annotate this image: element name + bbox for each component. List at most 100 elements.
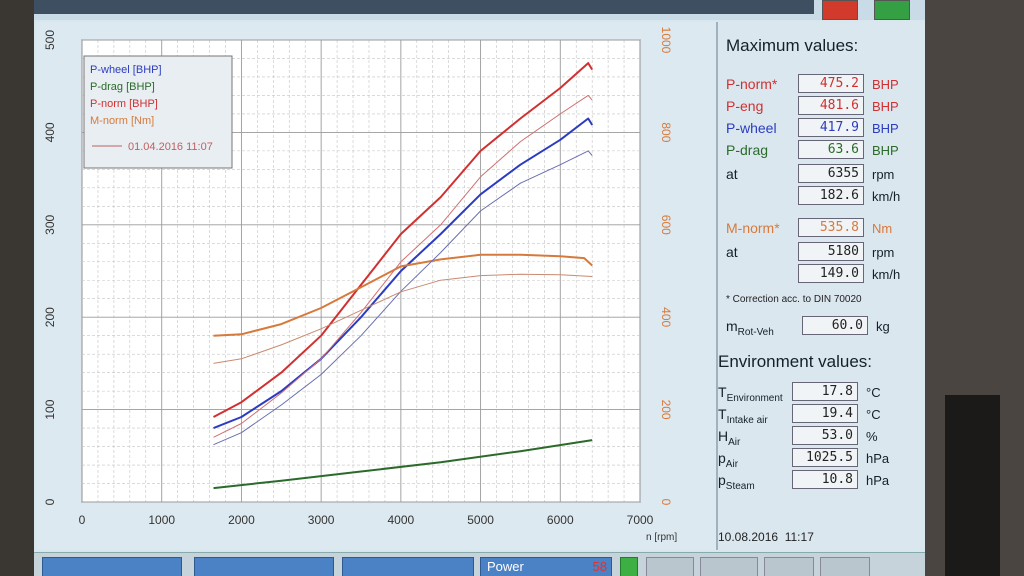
environment-label-main: p xyxy=(718,450,726,466)
max-value-field: 63.6 xyxy=(798,140,864,159)
x-axis-label: n [rpm] xyxy=(646,532,677,543)
environment-label: TIntake air xyxy=(718,406,768,426)
environment-row: HAir 53.0% xyxy=(718,426,918,448)
max-value-label: P-eng xyxy=(726,98,764,114)
max-value-label: P-norm* xyxy=(726,76,778,92)
monitor-bezel-right xyxy=(925,0,1024,576)
legend-m-norm: M-norm [Nm] xyxy=(90,115,154,127)
environment-label-sub: Steam xyxy=(725,480,755,492)
x-tick-label: 2000 xyxy=(228,513,255,527)
max-value-row: P-drag 63.6 BHP xyxy=(726,140,921,162)
max-value-row: P-norm* 475.2 BHP xyxy=(726,74,921,96)
environment-value-field: 17.8 xyxy=(792,382,858,401)
max-value-unit: km/h xyxy=(872,189,901,204)
max-value-label: P-drag xyxy=(726,142,769,158)
correction-note: * Correction acc. to DIN 70020 xyxy=(726,294,862,305)
x-tick-label: 7000 xyxy=(627,513,654,527)
measurement-datetime: 10.08.2016 11:17 xyxy=(718,530,814,544)
environment-row: pAir 1025.5 hPa xyxy=(718,448,918,470)
environment-unit: °C xyxy=(866,385,881,400)
bottom-button-2[interactable] xyxy=(194,557,334,576)
environment-row: TEnvironment 17.8 °C xyxy=(718,382,918,404)
max-value-label: at xyxy=(726,166,738,182)
bottom-button-6[interactable] xyxy=(700,557,758,576)
legend-p-wheel: P-wheel [BHP] xyxy=(90,64,162,76)
legend-reference-date: 01.04.2016 11:07 xyxy=(128,141,213,153)
max-value-field: 475.2 xyxy=(798,74,864,93)
environment-label-sub: Intake air xyxy=(726,414,768,426)
environment-label: pAir xyxy=(718,450,738,470)
bottom-button-5[interactable] xyxy=(646,557,694,576)
environment-label: HAir xyxy=(718,428,740,448)
environment-label-sub: Air xyxy=(728,436,741,448)
max-value-label: at xyxy=(726,244,738,260)
power-button-label: Power xyxy=(487,559,524,574)
mass-value: 60.0 xyxy=(802,316,868,335)
max-value-row: P-wheel 417.9 BHP xyxy=(726,118,921,140)
max-value-unit: BHP xyxy=(872,121,899,136)
environment-label: TEnvironment xyxy=(718,384,783,404)
max-values-title: Maximum values: xyxy=(726,36,859,55)
bottom-button-8[interactable] xyxy=(820,557,870,576)
x-tick-label: 4000 xyxy=(388,513,415,527)
mass-label: mRot-Veh xyxy=(726,318,774,338)
environment-unit: % xyxy=(866,429,878,444)
x-tick-label: 1000 xyxy=(148,513,175,527)
bottom-button-7[interactable] xyxy=(764,557,814,576)
max-value-row: 149.0 km/h xyxy=(726,264,921,286)
y-right-ticks: 0 200 400 600 800 1000 xyxy=(659,27,673,506)
bottom-button-3[interactable] xyxy=(342,557,474,576)
y-right-tick-label: 1000 xyxy=(659,27,673,54)
legend-p-norm: P-norm [BHP] xyxy=(90,98,158,110)
y-right-tick-label: 600 xyxy=(659,215,673,235)
environment-value-field: 1025.5 xyxy=(792,448,858,467)
chart-legend: P-wheel [BHP] P-drag [BHP] P-norm [BHP] … xyxy=(83,55,233,169)
y-right-tick-label: 0 xyxy=(659,499,673,506)
max-value-unit: BHP xyxy=(872,143,899,158)
y-left-tick-label: 400 xyxy=(43,122,57,142)
environment-label-sub: Air xyxy=(725,458,739,470)
y-right-tick-label: 400 xyxy=(659,307,673,327)
environment-row: pSteam 10.8 hPa xyxy=(718,470,918,492)
max-value-unit: rpm xyxy=(872,245,895,260)
max-value-field: 535.8 xyxy=(798,218,864,237)
power-button[interactable]: Power 58 xyxy=(480,557,612,576)
mass-label-main: m xyxy=(726,318,738,334)
environment-value-field: 19.4 xyxy=(792,404,858,423)
y-left-tick-label: 100 xyxy=(43,399,57,419)
environment-label-main: H xyxy=(718,428,729,444)
values-panel: Maximum values: P-norm* 475.2 BHP P-eng 481.… xyxy=(718,22,925,550)
bottom-button-1[interactable] xyxy=(42,557,182,576)
bottom-toolbar: Power 58 xyxy=(34,552,925,576)
max-value-label: M-norm* xyxy=(726,220,780,236)
chart-panel: 0 100 200 300 400 500 0 200 400 600 800 1000 0 1000… xyxy=(36,22,716,550)
top-toolbar xyxy=(34,0,925,20)
max-value-row: 182.6 km/h xyxy=(726,186,921,208)
y-left-tick-label: 300 xyxy=(43,214,57,234)
max-value-unit: BHP xyxy=(872,77,899,92)
max-value-row: at 5180 rpm xyxy=(726,242,921,264)
mass-row: mRot-Veh 60.0 kg xyxy=(726,316,916,338)
start-button[interactable] xyxy=(874,0,910,20)
environment-label-sub: Environment xyxy=(726,392,783,404)
max-value-unit: rpm xyxy=(872,167,895,182)
environment-unit: hPa xyxy=(866,473,890,488)
y-left-tick-label: 0 xyxy=(43,498,57,505)
max-value-row: M-norm* 535.8 Nm xyxy=(726,218,921,240)
max-value-row: at 6355 rpm xyxy=(726,164,921,186)
background-device xyxy=(945,395,1000,576)
max-value-field: 417.9 xyxy=(798,118,864,137)
legend-p-drag: P-drag [BHP] xyxy=(90,81,155,93)
y-right-tick-label: 800 xyxy=(659,122,673,142)
x-tick-label: 3000 xyxy=(308,513,335,527)
environment-label: pSteam xyxy=(718,472,755,492)
y-left-tick-label: 500 xyxy=(43,30,57,50)
stop-button[interactable] xyxy=(822,0,858,20)
y-right-tick-label: 200 xyxy=(659,400,673,420)
title-bar xyxy=(34,0,814,14)
y-left-tick-label: 200 xyxy=(43,307,57,327)
y-left-ticks: 0 100 200 300 400 500 xyxy=(43,30,57,506)
max-value-field: 5180 xyxy=(798,242,864,261)
environment-unit: °C xyxy=(866,407,881,422)
environment-unit: hPa xyxy=(866,451,890,466)
